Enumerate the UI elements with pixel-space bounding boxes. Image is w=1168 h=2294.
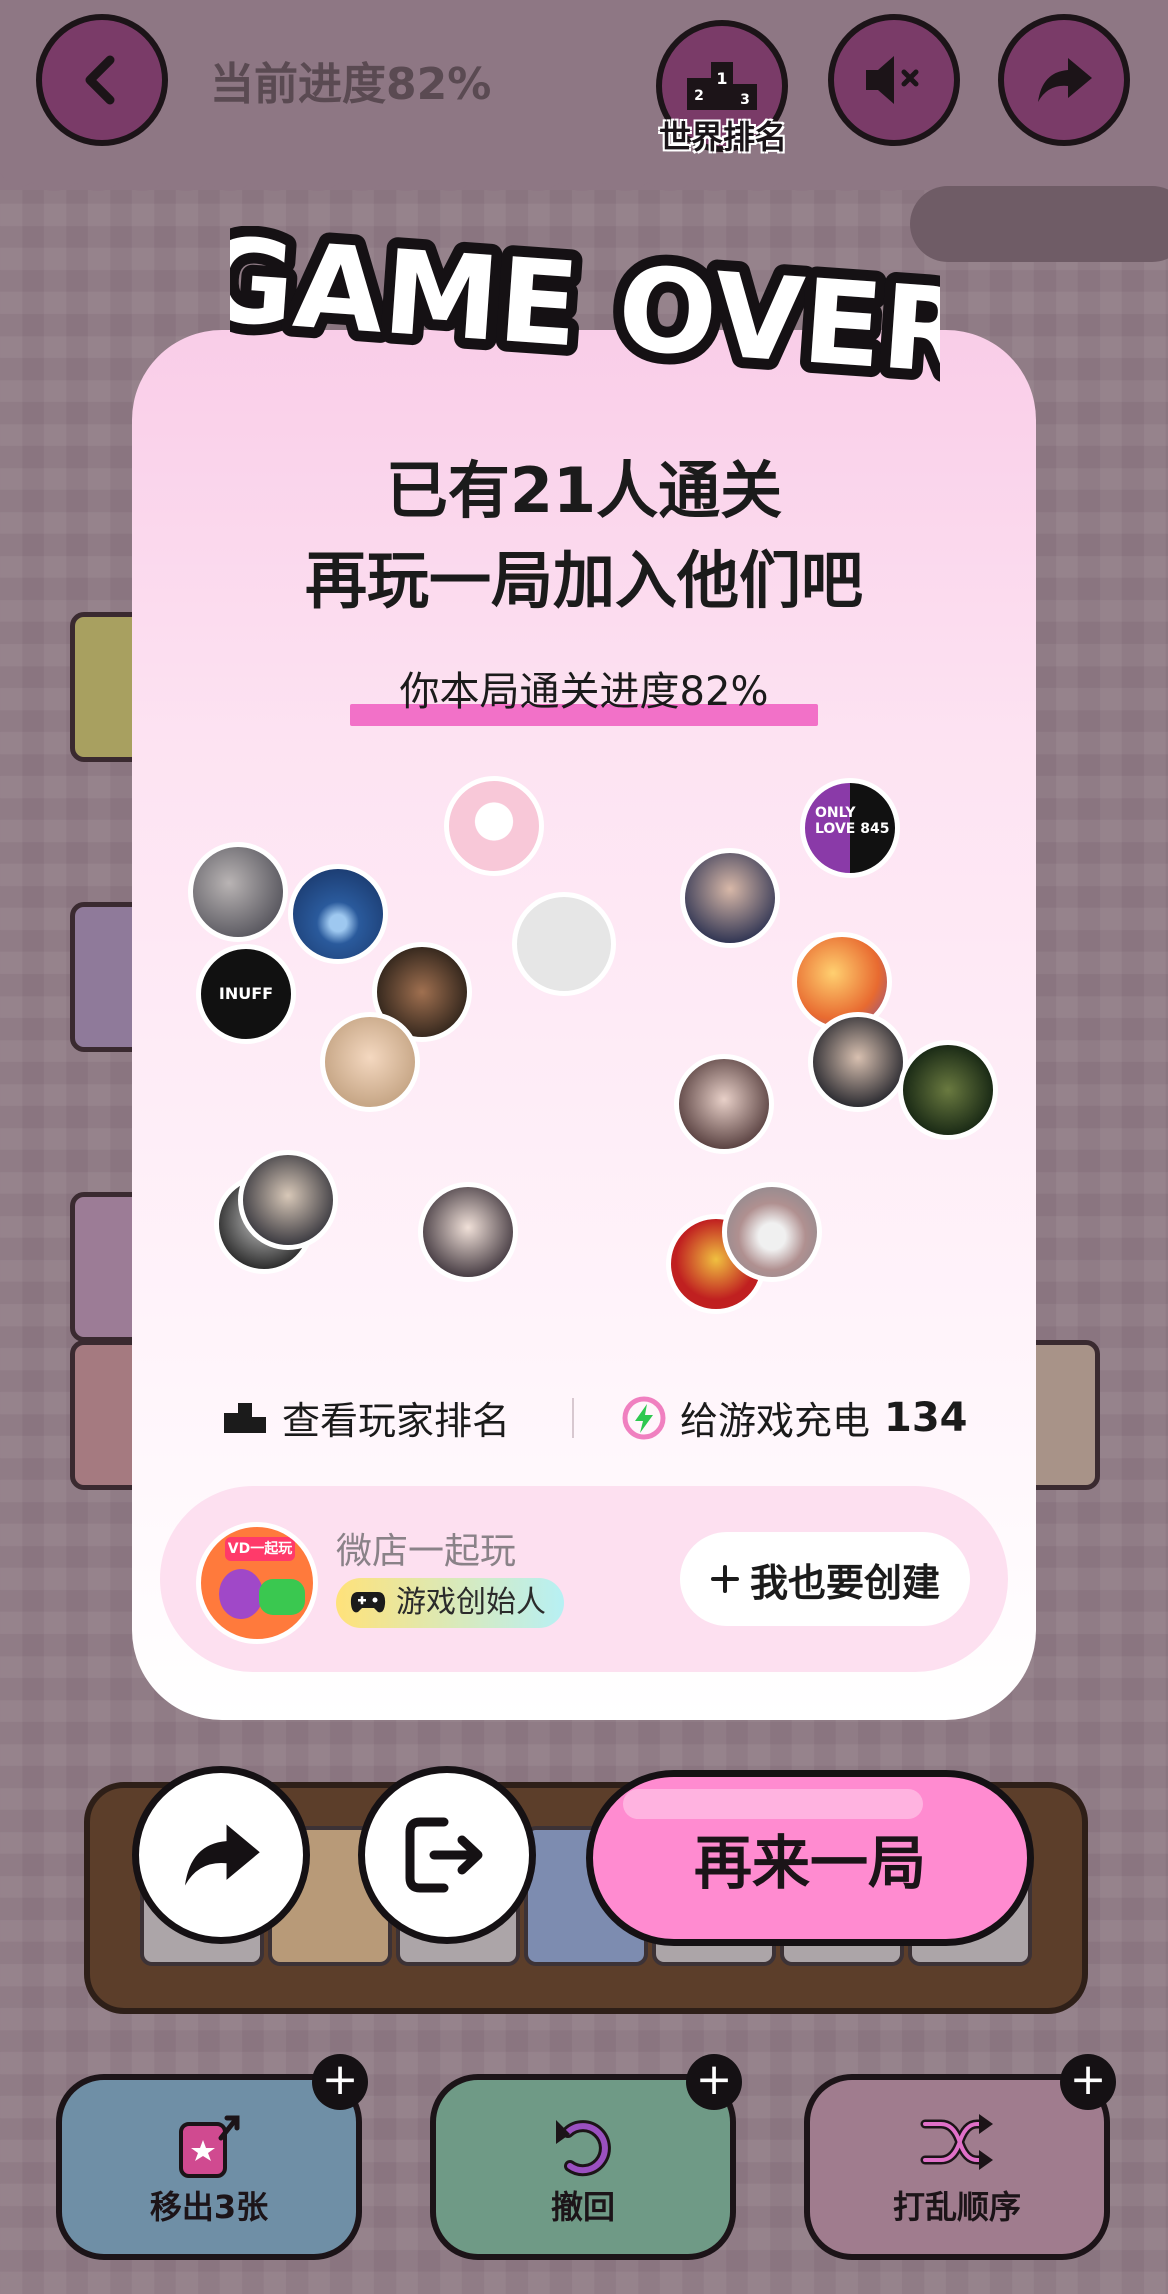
podium-icon xyxy=(224,1402,266,1433)
charge-game-link[interactable]: 给游戏充电 134 xyxy=(622,1390,968,1445)
player-avatar[interactable] xyxy=(320,1012,420,1112)
player-avatar[interactable] xyxy=(808,1012,908,1112)
view-rank-link[interactable]: 查看玩家排名 xyxy=(222,1390,510,1445)
player-avatar[interactable]: INUFF xyxy=(196,944,296,1044)
player-avatar[interactable] xyxy=(898,1040,998,1140)
player-avatar[interactable] xyxy=(512,892,616,996)
powerup-label: 移出3张 xyxy=(149,2188,269,2226)
speaker-muted-icon xyxy=(866,56,919,104)
player-avatar[interactable] xyxy=(444,776,544,876)
player-avatar[interactable] xyxy=(722,1182,822,1282)
view-rank-label: 查看玩家排名 xyxy=(282,1399,511,1443)
exit-button[interactable] xyxy=(358,1766,536,1944)
player-avatar[interactable] xyxy=(418,1182,518,1282)
add-powerup-button[interactable]: + xyxy=(686,2054,742,2110)
player-avatar[interactable] xyxy=(288,864,388,964)
replay-label: 再来一局 xyxy=(693,1829,926,1897)
player-avatar[interactable] xyxy=(188,842,288,942)
player-avatar[interactable] xyxy=(238,1150,338,1250)
podium-icon: 1 2 3 xyxy=(687,62,757,110)
gamepad-icon xyxy=(350,1592,386,1613)
side-pill xyxy=(910,186,1168,262)
svg-text:2: 2 xyxy=(694,88,704,104)
create-game-button[interactable]: 我也要创建 xyxy=(680,1532,970,1626)
powerup-undo[interactable]: 撤回 xyxy=(430,2074,736,2260)
share-button[interactable] xyxy=(132,1766,310,1944)
share-arrow-icon xyxy=(1038,58,1092,102)
gamepad-shape xyxy=(259,1579,305,1615)
headline-line1: 已有21人通关 xyxy=(385,454,783,527)
founder-badge: 游戏创始人 xyxy=(336,1578,564,1628)
exit-icon xyxy=(405,1817,483,1893)
world-rank-label: 世界排名 xyxy=(658,118,787,156)
powerup-label: 打乱顺序 xyxy=(892,2188,1021,2226)
progress-text: 当前进度82% xyxy=(210,59,492,110)
game-over-logo: GAME OVER xyxy=(230,226,940,396)
charge-count: 134 xyxy=(884,1394,968,1441)
creator-name: 微店一起玩 xyxy=(336,1531,517,1572)
founder-badge-label: 游戏创始人 xyxy=(396,1585,546,1620)
powerup-remove-three[interactable]: 移出3张 xyxy=(56,2074,362,2260)
chevron-left-icon xyxy=(85,55,115,105)
back-button[interactable] xyxy=(36,14,168,146)
stats-divider xyxy=(572,1398,574,1438)
svg-text:GAME OVER: GAME OVER xyxy=(230,226,940,396)
shuffle-icon xyxy=(920,2114,993,2170)
avatar-text: INUFF xyxy=(218,984,274,1003)
svg-text:3: 3 xyxy=(740,92,750,108)
undo-icon xyxy=(556,2120,611,2177)
headline-line2: 再玩一局加入他们吧 xyxy=(304,544,863,617)
replay-button[interactable]: 再来一局 xyxy=(586,1770,1034,1946)
ghost-shape xyxy=(219,1569,263,1619)
lightning-charge-icon xyxy=(622,1396,666,1439)
add-powerup-button[interactable]: + xyxy=(1060,2054,1116,2110)
plus-icon xyxy=(710,1565,739,1593)
progress-summary: 你本局通关进度82% xyxy=(350,662,818,730)
cards-remove-icon xyxy=(179,2115,240,2178)
powerup-shuffle[interactable]: 打乱顺序 xyxy=(804,2074,1110,2260)
player-avatar[interactable]: ONLY LOVE 845 xyxy=(800,778,900,878)
powerup-label: 撤回 xyxy=(550,2188,615,2226)
mute-button[interactable] xyxy=(828,14,960,146)
share-button-top[interactable] xyxy=(998,14,1130,146)
creator-logo[interactable]: VD一起玩 xyxy=(196,1522,318,1644)
create-game-label: 我也要创建 xyxy=(749,1560,940,1605)
player-avatar[interactable] xyxy=(674,1054,774,1154)
progress-summary-text: 你本局通关进度82% xyxy=(399,669,769,715)
share-arrow-icon xyxy=(185,1824,260,1886)
creator-logo-text: VD一起玩 xyxy=(225,1537,295,1561)
svg-text:1: 1 xyxy=(716,69,727,88)
player-avatar[interactable] xyxy=(680,848,780,948)
avatar-text: ONLY LOVE 845 xyxy=(815,805,890,837)
add-powerup-button[interactable]: + xyxy=(312,2054,368,2110)
charge-label: 给游戏充电 xyxy=(680,1399,871,1443)
